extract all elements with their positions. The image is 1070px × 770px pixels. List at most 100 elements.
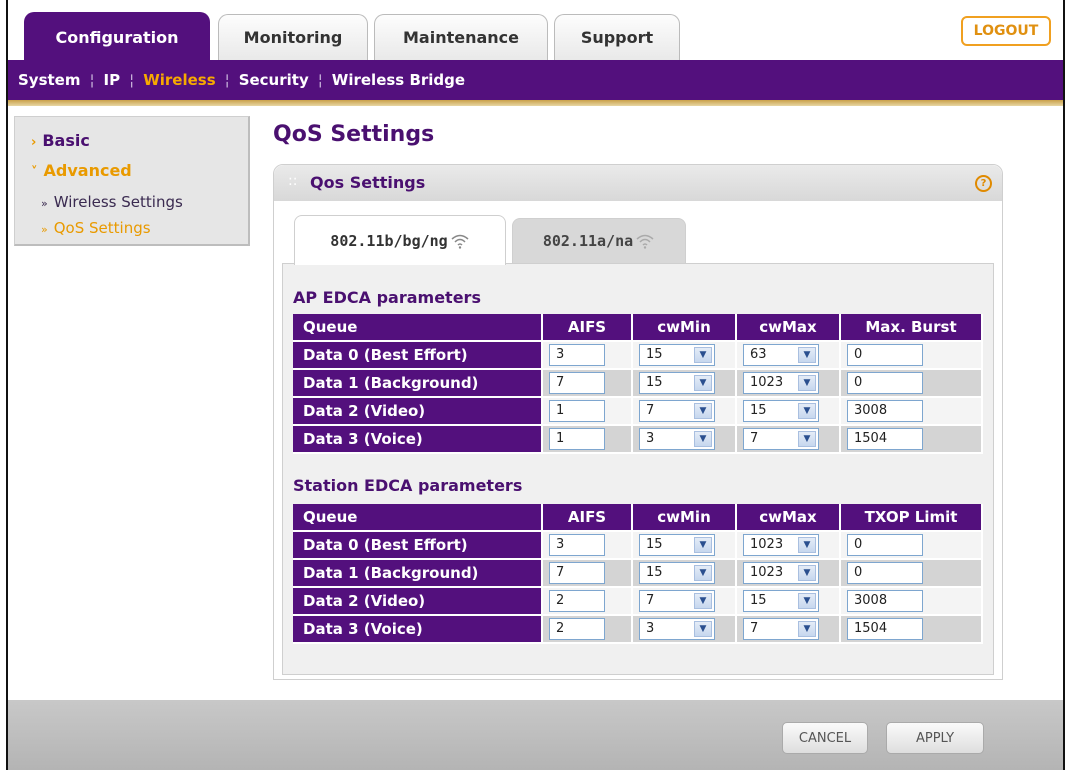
cwmin-select[interactable]: 15 ▼: [639, 562, 715, 584]
ap-edca-table: Queue AIFS cwMin cwMax Max. Burst Data 0…: [293, 314, 983, 454]
cwmax-value: 15: [750, 403, 767, 418]
subnav-separator: ¦: [89, 71, 95, 89]
cwmin-select[interactable]: 15 ▼: [639, 534, 715, 556]
cwmin-select[interactable]: 3 ▼: [639, 618, 715, 640]
cwmax-cell: 15 ▼: [737, 588, 841, 616]
subnav-system[interactable]: System: [18, 71, 80, 89]
cwmax-cell: 63 ▼: [737, 342, 841, 370]
max-burst-input[interactable]: 0: [847, 372, 923, 394]
cwmin-select[interactable]: 3 ▼: [639, 428, 715, 450]
table-row: Data 0 (Best Effort) 3 15 ▼ 1023 ▼ 0: [293, 532, 983, 560]
subnav-ip[interactable]: IP: [104, 71, 121, 89]
menu-item-basic[interactable]: › Basic: [31, 131, 90, 150]
cwmax-cell: 7 ▼: [737, 616, 841, 644]
subnav-wireless[interactable]: Wireless: [143, 71, 215, 89]
cwmin-select[interactable]: 15 ▼: [639, 372, 715, 394]
cwmin-cell: 7 ▼: [633, 398, 737, 426]
header-divider: [8, 100, 1063, 106]
txop-limit-input[interactable]: 0: [847, 534, 923, 556]
tab-configuration[interactable]: Configuration: [24, 12, 210, 62]
column-header: Queue: [293, 504, 543, 532]
menu-label: Basic: [42, 131, 90, 150]
txop-limit-input[interactable]: 0: [847, 562, 923, 584]
burst-cell: 3008: [841, 588, 983, 616]
tab-maintenance[interactable]: Maintenance: [374, 14, 548, 60]
cwmin-cell: 3 ▼: [633, 616, 737, 644]
cwmin-value: 15: [646, 347, 663, 362]
burst-cell: 0: [841, 342, 983, 370]
tab-band-bgn[interactable]: 802.11b/bg/ng: [294, 215, 506, 265]
router-admin-window: Configuration Monitoring Maintenance Sup…: [6, 0, 1065, 770]
apply-button[interactable]: APPLY: [886, 722, 984, 754]
cwmax-select[interactable]: 7 ▼: [743, 618, 819, 640]
subnav-separator: ¦: [224, 71, 230, 89]
column-header: cwMax: [737, 314, 841, 342]
cwmin-select[interactable]: 7 ▼: [639, 400, 715, 422]
aifs-input[interactable]: 3: [549, 534, 605, 556]
tab-band-ana[interactable]: 802.11a/na: [512, 218, 686, 263]
txop-limit-input[interactable]: 3008: [847, 590, 923, 612]
table-header-row: Queue AIFS cwMin cwMax TXOP Limit: [293, 504, 983, 532]
table-row: Data 1 (Background) 7 15 ▼ 1023 ▼ 0: [293, 370, 983, 398]
cancel-button[interactable]: CANCEL: [782, 722, 868, 754]
queue-label: Data 0 (Best Effort): [293, 342, 543, 370]
cwmin-select[interactable]: 7 ▼: [639, 590, 715, 612]
chevron-right-icon: ›: [31, 135, 37, 150]
menu-item-wireless-settings[interactable]: » Wireless Settings: [41, 193, 183, 211]
aifs-input[interactable]: 1: [549, 428, 605, 450]
cwmin-cell: 3 ▼: [633, 426, 737, 454]
burst-cell: 0: [841, 532, 983, 560]
aifs-input[interactable]: 3: [549, 344, 605, 366]
table-row: Data 2 (Video) 2 7 ▼ 15 ▼ 3008: [293, 588, 983, 616]
cwmax-select[interactable]: 1023 ▼: [743, 562, 819, 584]
subnav-separator: ¦: [317, 71, 323, 89]
cwmin-select[interactable]: 15 ▼: [639, 344, 715, 366]
menu-item-advanced[interactable]: ˅ Advanced: [31, 161, 132, 180]
cwmin-cell: 15 ▼: [633, 560, 737, 588]
double-chevron-icon: »: [41, 197, 48, 210]
aifs-input[interactable]: 2: [549, 590, 605, 612]
queue-label: Data 2 (Video): [293, 398, 543, 426]
tab-support[interactable]: Support: [554, 14, 680, 60]
cwmin-value: 3: [646, 431, 655, 446]
help-icon[interactable]: ?: [975, 175, 992, 192]
cwmin-value: 15: [646, 537, 663, 552]
cwmax-select[interactable]: 1023 ▼: [743, 372, 819, 394]
tab-label: 802.11b/bg/ng: [330, 231, 448, 250]
cwmax-value: 1023: [750, 565, 784, 580]
table-row: Data 3 (Voice) 1 3 ▼ 7 ▼ 1504: [293, 426, 983, 454]
logout-button[interactable]: LOGOUT: [961, 16, 1051, 46]
cwmin-value: 3: [646, 621, 655, 636]
queue-label: Data 1 (Background): [293, 560, 543, 588]
chevron-down-icon: ▼: [694, 537, 712, 553]
left-menu: › Basic ˅ Advanced » Wireless Settings » QoS…: [14, 116, 250, 246]
cwmax-select[interactable]: 63 ▼: [743, 344, 819, 366]
aifs-input[interactable]: 7: [549, 372, 605, 394]
menu-label: Wireless Settings: [53, 193, 183, 211]
cwmax-select[interactable]: 15 ▼: [743, 590, 819, 612]
aifs-input[interactable]: 2: [549, 618, 605, 640]
cwmax-select[interactable]: 15 ▼: [743, 400, 819, 422]
max-burst-input[interactable]: 3008: [847, 400, 923, 422]
subnav-security[interactable]: Security: [239, 71, 309, 89]
queue-label: Data 3 (Voice): [293, 426, 543, 454]
max-burst-input[interactable]: 1504: [847, 428, 923, 450]
table-row: Data 3 (Voice) 2 3 ▼ 7 ▼ 1504: [293, 616, 983, 644]
subnav-wireless-bridge[interactable]: Wireless Bridge: [332, 71, 465, 89]
aifs-input[interactable]: 7: [549, 562, 605, 584]
cwmax-select[interactable]: 7 ▼: [743, 428, 819, 450]
table-row: Data 0 (Best Effort) 3 15 ▼ 63 ▼ 0: [293, 342, 983, 370]
menu-item-qos-settings[interactable]: » QoS Settings: [41, 219, 151, 237]
wifi-icon: [636, 234, 654, 249]
tab-monitoring[interactable]: Monitoring: [218, 14, 368, 60]
aifs-input[interactable]: 1: [549, 400, 605, 422]
chevron-down-icon: ▼: [694, 347, 712, 363]
menu-label: QoS Settings: [53, 219, 151, 237]
cwmax-select[interactable]: 1023 ▼: [743, 534, 819, 556]
max-burst-input[interactable]: 0: [847, 344, 923, 366]
queue-label: Data 3 (Voice): [293, 616, 543, 644]
chevron-down-icon: ▼: [694, 593, 712, 609]
txop-limit-input[interactable]: 1504: [847, 618, 923, 640]
chevron-down-icon: ▼: [798, 347, 816, 363]
column-header: Max. Burst: [841, 314, 983, 342]
